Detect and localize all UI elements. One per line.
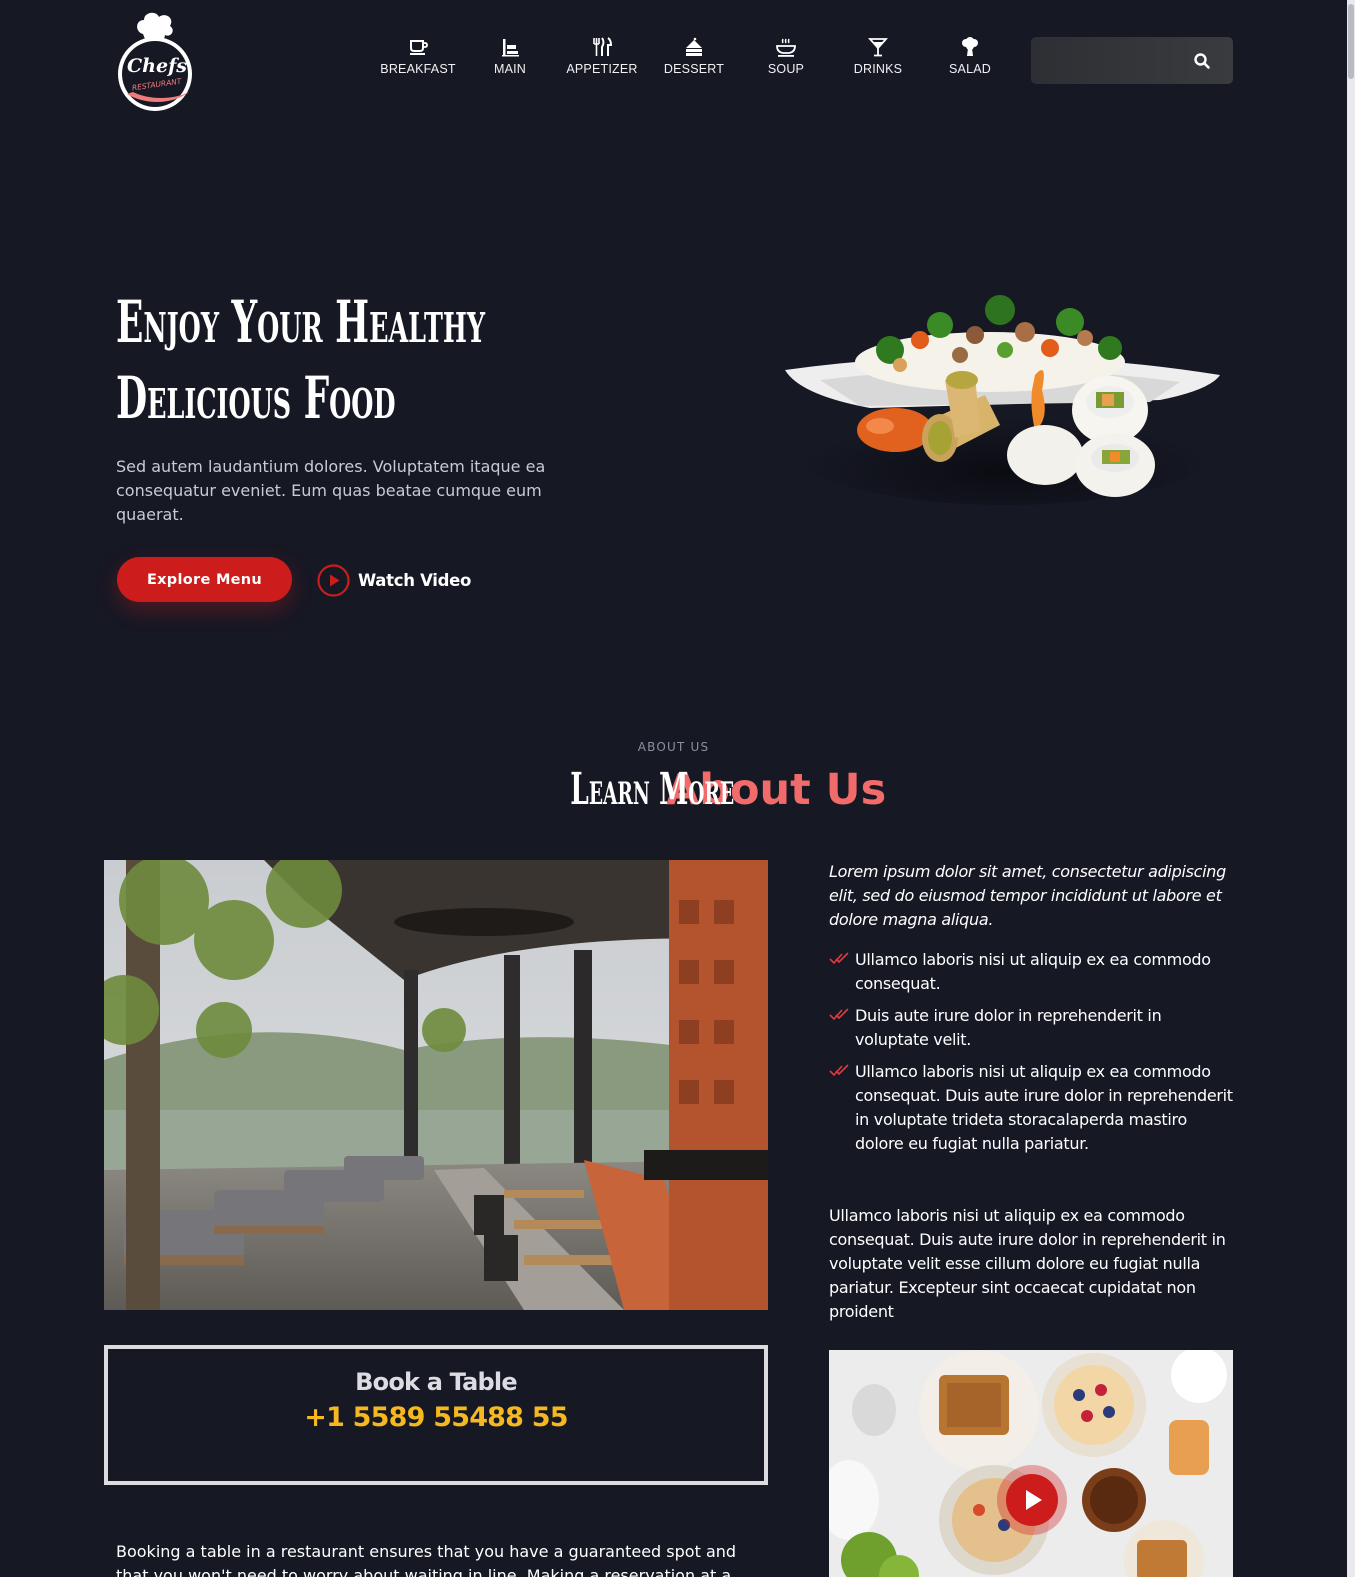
- nav-item-dessert[interactable]: DESSERT: [648, 36, 740, 76]
- nav-item-soup[interactable]: SOUP: [740, 36, 832, 76]
- broccoli-icon: [962, 37, 978, 56]
- about-lead-text: Lorem ipsum dolor sit amet, consectetur …: [829, 862, 1226, 929]
- hero-description: Sed autem laudantium dolores. Voluptatem…: [116, 457, 546, 524]
- double-check-icon: [829, 1008, 849, 1021]
- logo-text: Chefs: [127, 55, 187, 77]
- check-item-text: Ullamco laboris nisi ut aliquip ex ea co…: [855, 950, 1211, 993]
- coffee-cup-icon: [410, 40, 428, 55]
- double-check-icon: [829, 952, 849, 965]
- category-nav: BREAKFAST MAIN APPETIZER DESSERT SOUP DR…: [372, 36, 1016, 76]
- cake-icon: [686, 37, 702, 56]
- nav-label: BREAKFAST: [380, 62, 456, 76]
- nav-label: SOUP: [767, 62, 805, 76]
- site-header: Chefs RESTAURANT BREAKFAST MAIN APPETIZE…: [0, 0, 1347, 120]
- about-title: Learn MoreAbout Us: [0, 764, 1347, 824]
- check-item-text: Duis aute irure dolor in reprehenderit i…: [855, 1006, 1162, 1049]
- chefs-restaurant-logo[interactable]: Chefs RESTAURANT: [113, 8, 197, 112]
- book-table-phone[interactable]: +1 5589 55488 55: [108, 1402, 764, 1433]
- restaurant-terrace-image: [104, 860, 768, 1310]
- hero-title: Enjoy Your Healthy Delicious Food: [116, 284, 485, 436]
- watch-video-label: Watch Video: [358, 570, 472, 590]
- soup-bowl-icon: [776, 38, 796, 57]
- fork-knife-icon: [593, 37, 613, 56]
- nav-label: SALAD: [949, 62, 991, 76]
- list-item: Ullamco laboris nisi ut aliquip ex ea co…: [829, 1060, 1235, 1156]
- main-dish-icon: [502, 39, 519, 57]
- list-item: Duis aute irure dolor in reprehenderit i…: [829, 1004, 1235, 1052]
- list-item: Ullamco laboris nisi ut aliquip ex ea co…: [829, 948, 1235, 996]
- page-scrollbar[interactable]: [1347, 0, 1355, 1577]
- play-circle-icon: [317, 563, 350, 597]
- hero-food-image: [780, 280, 1225, 515]
- scrollbar-thumb[interactable]: [1348, 4, 1354, 79]
- video-thumbnail[interactable]: [829, 1350, 1233, 1577]
- nav-item-appetizer[interactable]: APPETIZER: [556, 36, 648, 76]
- double-check-icon: [829, 1064, 849, 1077]
- about-subtitle: ABOUT US: [637, 740, 710, 754]
- watch-video-button[interactable]: Watch Video: [317, 563, 471, 597]
- explore-menu-button[interactable]: Explore Menu: [117, 557, 292, 602]
- nav-item-main[interactable]: MAIN: [464, 36, 556, 76]
- nav-item-drinks[interactable]: DRINKS: [832, 36, 924, 76]
- nav-label: DRINKS: [853, 62, 903, 76]
- cocktail-glass-icon: [867, 38, 889, 57]
- video-play-button[interactable]: [997, 1465, 1067, 1535]
- nav-label: MAIN: [493, 62, 527, 76]
- book-table-title: Book a Table: [355, 1368, 518, 1396]
- nav-label: APPETIZER: [566, 62, 638, 76]
- search-bar: [1031, 37, 1233, 84]
- booking-description: Booking a table in a restaurant ensures …: [116, 1542, 737, 1577]
- nav-label: DESSERT: [663, 62, 725, 76]
- about-paragraph: Ullamco laboris nisi ut aliquip ex ea co…: [829, 1206, 1226, 1321]
- check-item-text: Ullamco laboris nisi ut aliquip ex ea co…: [855, 1062, 1233, 1153]
- book-table-box[interactable]: Book a Table +1 5589 55488 55: [104, 1345, 768, 1485]
- search-icon[interactable]: [1193, 52, 1211, 70]
- about-title-part1: Learn More: [570, 764, 734, 815]
- hero-title-line2: Delicious Food: [116, 364, 396, 432]
- search-input[interactable]: [1043, 37, 1183, 84]
- nav-item-breakfast[interactable]: BREAKFAST: [372, 36, 464, 76]
- about-check-list: Ullamco laboris nisi ut aliquip ex ea co…: [829, 948, 1235, 1164]
- hero-title-line1: Enjoy Your Healthy: [116, 288, 486, 356]
- nav-item-salad[interactable]: SALAD: [924, 36, 1016, 76]
